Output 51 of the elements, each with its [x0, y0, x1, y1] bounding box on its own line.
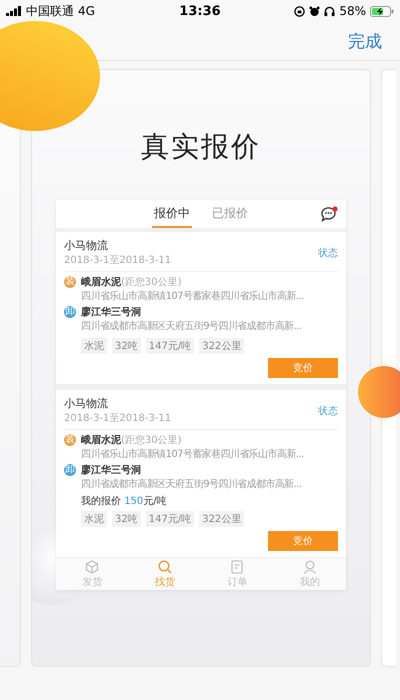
cargo-tag: 32吨 — [112, 338, 141, 354]
cargo-tag: 322公里 — [199, 511, 244, 527]
status-link[interactable]: 状态 — [318, 246, 338, 260]
search-icon — [158, 560, 172, 574]
tab[interactable]: 已报价 — [210, 200, 250, 228]
stop-address: 四川省成都市高新区天府五街9号四川省成都市高新... — [80, 320, 302, 333]
date-range: 2018-3-1至2018-3-11 — [64, 412, 172, 425]
network-type: 4G — [78, 4, 95, 18]
cargo-tag: 水泥 — [81, 511, 107, 527]
carrier-name: 中国联通 — [26, 2, 74, 20]
cargo-tag: 147元/吨 — [146, 338, 194, 354]
battery-percent: 58% — [339, 4, 366, 18]
status-link[interactable]: 状态 — [318, 404, 338, 418]
bid-button[interactable]: 竞价 — [268, 358, 338, 378]
slide-title: 真实报价 — [141, 129, 261, 165]
stop-address: 四川省乐山市高新镇107号蓄家巷四川省乐山市高新... — [80, 448, 304, 461]
stop-name: 廖江华三号洞 — [81, 463, 141, 477]
stop-badge: 装 — [64, 434, 76, 446]
tab[interactable]: 报价中 — [152, 200, 192, 228]
nav-item[interactable]: 我的 — [274, 558, 346, 590]
document-icon — [230, 560, 244, 574]
nav-item[interactable]: 找货 — [128, 558, 201, 590]
stop-badge: 卸 — [64, 306, 76, 318]
person-icon — [302, 560, 317, 574]
nav-item[interactable]: 订单 — [201, 558, 274, 590]
date-range: 2018-3-1至2018-3-11 — [64, 254, 172, 267]
my-quote: 我的报价 150元/吨 — [80, 494, 168, 508]
stop-name: 峨眉水泥(距您30公里) — [81, 276, 182, 289]
stop-address: 四川省成都市高新区天府五街9号四川省成都市高新... — [80, 478, 302, 491]
headphones-icon — [324, 6, 336, 16]
alarm-icon — [309, 6, 320, 16]
rotation-lock-icon — [294, 6, 306, 16]
cargo-tag: 水泥 — [81, 338, 107, 354]
done-button[interactable]: 完成 — [348, 30, 382, 52]
company-name: 小马物流 — [64, 396, 109, 411]
stop-address: 四川省乐山市高新镇107号蓄家巷四川省乐山市高新... — [80, 290, 304, 303]
chat-icon[interactable] — [320, 206, 338, 222]
stop-name: 峨眉水泥(距您30公里) — [81, 434, 182, 447]
stop-badge: 卸 — [64, 464, 76, 476]
battery-charging-icon — [370, 6, 394, 16]
cargo-tag: 322公里 — [199, 338, 244, 354]
cargo-tag: 32吨 — [112, 511, 141, 527]
cube-icon — [85, 560, 100, 574]
cargo-tag: 147元/吨 — [146, 511, 194, 527]
bid-button[interactable]: 竞价 — [268, 531, 338, 551]
company-name: 小马物流 — [64, 238, 109, 253]
stop-badge: 装 — [64, 276, 76, 288]
clock-time: 13:36 — [179, 4, 221, 18]
nav-item[interactable]: 发货 — [56, 558, 128, 590]
signal-icon — [6, 6, 22, 16]
stop-name: 廖江华三号洞 — [81, 305, 141, 319]
